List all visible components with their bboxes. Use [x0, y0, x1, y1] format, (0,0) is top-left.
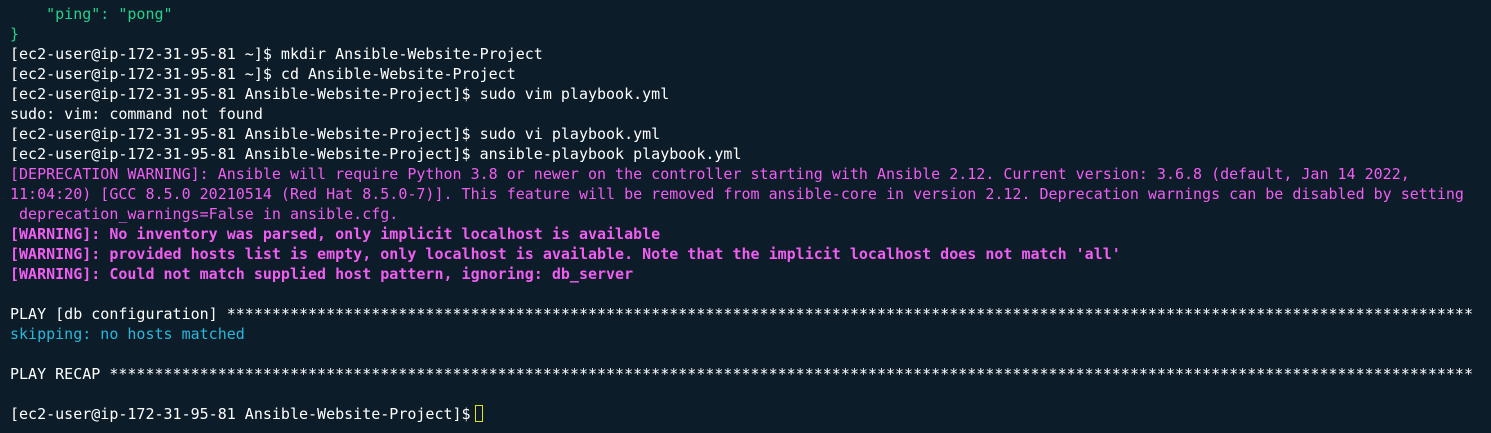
prompt-line[interactable]: [ec2-user@ip-172-31-95-81 Ansible-Websit… [10, 404, 1491, 424]
command-line-sudo-vi: [ec2-user@ip-172-31-95-81 Ansible-Websit… [10, 125, 661, 143]
error-line-vim-not-found: sudo: vim: command not found [10, 105, 263, 123]
warning-line-hosts-empty: [WARNING]: provided hosts list is empty,… [10, 245, 1121, 263]
play-recap-line: PLAY RECAP *****************************… [10, 365, 1473, 383]
output-line-brace: } [10, 25, 20, 43]
prompt-text: [ec2-user@ip-172-31-95-81 Ansible-Websit… [10, 405, 471, 423]
deprecation-warning-line-1: [DEPRECATION WARNING]: Ansible will requ… [10, 165, 1410, 183]
command-line-sudo-vim: [ec2-user@ip-172-31-95-81 Ansible-Websit… [10, 85, 670, 103]
skipping-line: skipping: no hosts matched [10, 325, 245, 343]
play-header-line: PLAY [db configuration] ****************… [10, 305, 1473, 323]
output-line-ping: "ping": "pong" [10, 5, 173, 23]
command-line-cd: [ec2-user@ip-172-31-95-81 ~]$ cd Ansible… [10, 65, 516, 83]
deprecation-warning-line-2: 11:04:20) [GCC 8.5.0 20210514 (Red Hat 8… [10, 185, 1464, 203]
deprecation-warning-line-3: deprecation_warnings=False in ansible.cf… [10, 205, 399, 223]
command-line-ansible-playbook: [ec2-user@ip-172-31-95-81 Ansible-Websit… [10, 145, 742, 163]
command-line-mkdir: [ec2-user@ip-172-31-95-81 ~]$ mkdir Ansi… [10, 45, 543, 63]
warning-line-host-pattern: [WARNING]: Could not match supplied host… [10, 265, 634, 283]
warning-line-inventory: [WARNING]: No inventory was parsed, only… [10, 225, 661, 243]
cursor[interactable] [474, 405, 483, 422]
terminal-window[interactable]: "ping": "pong" } [ec2-user@ip-172-31-95-… [0, 0, 1491, 433]
